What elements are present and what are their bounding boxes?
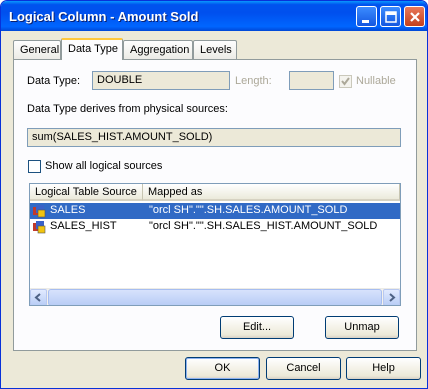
data-type-label: Data Type:: [27, 75, 80, 87]
window-title: Logical Column - Amount Sold: [9, 9, 199, 24]
close-icon: [410, 12, 420, 22]
length-field: [289, 71, 334, 90]
tab-data-type-label: Data Type: [68, 43, 118, 55]
derives-expression-field[interactable]: sum(SALES_HIST.AMOUNT_SOLD): [27, 128, 401, 147]
ok-button[interactable]: OK: [185, 357, 260, 380]
scroll-left-button[interactable]: [30, 289, 47, 305]
minimize-icon: [362, 20, 369, 23]
tab-levels[interactable]: Levels: [193, 40, 237, 59]
maximize-icon: [385, 11, 397, 23]
logical-table-source-icon: [33, 221, 46, 234]
source-name: SALES_HIST: [50, 220, 117, 232]
data-type-panel: Data Type: DOUBLE Length: Nullable Data …: [13, 59, 417, 351]
checkmark-icon: [341, 77, 350, 86]
title-bar[interactable]: Logical Column - Amount Sold: [1, 1, 427, 31]
nullable-checkbox: [339, 75, 352, 88]
close-button[interactable]: [404, 6, 425, 27]
minimize-button[interactable]: [356, 6, 377, 27]
show-all-sources-label: Show all logical sources: [45, 160, 163, 172]
column-header-mapped-as[interactable]: Mapped as: [143, 184, 400, 201]
column-header-logical-table-source[interactable]: Logical Table Source: [30, 184, 143, 201]
horizontal-scrollbar[interactable]: [30, 288, 400, 305]
help-button[interactable]: Help: [346, 357, 421, 380]
logical-table-source-icon: [33, 205, 46, 218]
show-all-sources-checkbox[interactable]: [28, 160, 41, 173]
tab-general[interactable]: General: [13, 40, 61, 59]
tab-general-label: General: [20, 44, 60, 56]
scroll-right-button[interactable]: [383, 289, 400, 305]
length-label: Length:: [235, 75, 272, 87]
tab-aggregation[interactable]: Aggregation: [123, 40, 193, 59]
data-type-field[interactable]: DOUBLE: [92, 71, 230, 90]
dialog-window: Logical Column - Amount Sold General Dat…: [0, 0, 428, 389]
unmap-button[interactable]: Unmap: [325, 316, 399, 339]
chevron-left-icon: [34, 293, 41, 302]
cancel-button[interactable]: Cancel: [266, 357, 341, 380]
chevron-right-icon: [389, 293, 396, 302]
tab-levels-label: Levels: [200, 44, 232, 56]
table-row-sales[interactable]: SALES "orcl SH"."".SH.SALES.AMOUNT_SOLD: [30, 203, 400, 219]
scroll-thumb[interactable]: [48, 289, 382, 305]
tab-aggregation-label: Aggregation: [130, 44, 190, 56]
derives-label: Data Type derives from physical sources:: [27, 103, 228, 115]
mapped-as-value: "orcl SH"."".SH.SALES_HIST.AMOUNT_SOLD: [149, 220, 378, 232]
tab-data-type[interactable]: Data Type: [61, 38, 123, 60]
mapped-as-value: "orcl SH"."".SH.SALES.AMOUNT_SOLD: [149, 204, 348, 216]
edit-button[interactable]: Edit...: [220, 316, 294, 339]
maximize-button[interactable]: [380, 6, 401, 27]
nullable-label: Nullable: [356, 75, 396, 87]
table-row-sales-hist[interactable]: SALES_HIST "orcl SH"."".SH.SALES_HIST.AM…: [30, 219, 400, 235]
logical-sources-table[interactable]: Logical Table Source Mapped as SALES "or…: [29, 183, 401, 306]
source-name: SALES: [50, 204, 86, 216]
